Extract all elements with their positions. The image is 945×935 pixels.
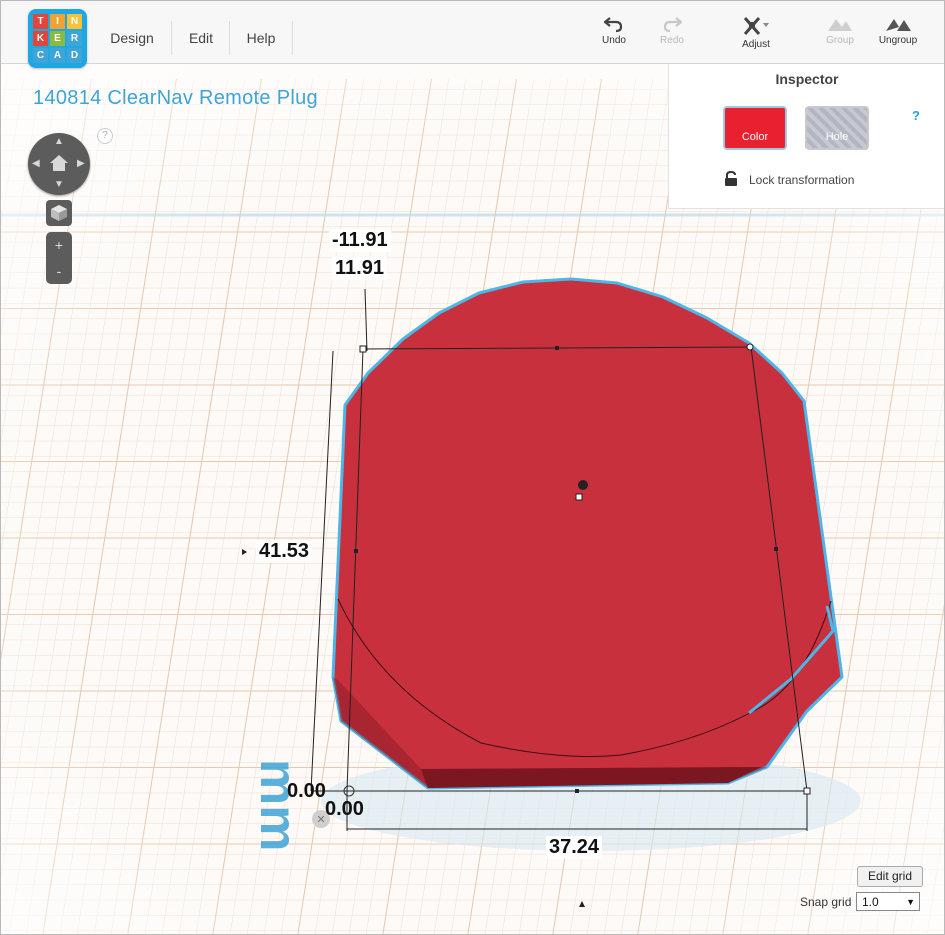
logo-letter: A bbox=[50, 48, 65, 63]
logo-letter: T bbox=[33, 14, 48, 29]
logo-letter: N bbox=[67, 14, 82, 29]
inspector-panel: Inspector Color Hole ? Lock transformati… bbox=[668, 64, 944, 209]
app-window: ✕ mm Design Edit Help Undo Redo bbox=[0, 0, 945, 935]
orbit-right-icon[interactable]: ▶ bbox=[77, 158, 85, 169]
lock-icon bbox=[725, 171, 737, 186]
snap-grid-value: 1.0 bbox=[862, 895, 879, 909]
dimension-top-positive[interactable]: 11.91 bbox=[332, 257, 387, 280]
top-toolbar: Design Edit Help Undo Redo Adjust Group bbox=[1, 1, 944, 64]
dimension-top-negative[interactable]: -11.91 bbox=[329, 229, 391, 252]
undo-icon bbox=[604, 17, 623, 33]
color-swatch[interactable]: Color bbox=[723, 106, 787, 150]
adjust-button[interactable]: Adjust bbox=[729, 15, 783, 50]
undo-button[interactable]: Undo bbox=[587, 15, 641, 46]
logo-letter: R bbox=[67, 31, 82, 46]
adjust-icon bbox=[743, 17, 769, 35]
lock-label: Lock transformation bbox=[749, 173, 855, 187]
ungroup-button[interactable]: Ungroup bbox=[871, 15, 925, 46]
snap-grid-label: Snap grid bbox=[800, 895, 852, 909]
inspector-help-icon[interactable]: ? bbox=[912, 108, 920, 123]
hole-swatch[interactable]: Hole bbox=[805, 106, 869, 150]
group-label: Group bbox=[826, 35, 854, 46]
hole-label: Hole bbox=[825, 131, 849, 143]
orbit-down-icon[interactable]: ▼ bbox=[54, 179, 64, 190]
view-orbit-control[interactable]: ▲ ▼ ◀ ▶ bbox=[28, 133, 90, 195]
zoom-control: + - bbox=[46, 232, 72, 284]
chevron-down-icon: ▼ bbox=[906, 897, 915, 907]
snap-grid-select[interactable]: 1.0 ▼ bbox=[856, 892, 920, 911]
home-icon[interactable] bbox=[49, 154, 69, 172]
redo-icon bbox=[663, 17, 682, 33]
group-button[interactable]: Group bbox=[813, 15, 867, 46]
inspector-title: Inspector bbox=[775, 71, 839, 87]
logo-letter: E bbox=[50, 31, 65, 46]
view-cube-button[interactable] bbox=[46, 200, 72, 226]
ungroup-label: Ungroup bbox=[878, 35, 918, 46]
menu-help[interactable]: Help bbox=[229, 21, 293, 55]
logo-letter: K bbox=[33, 31, 48, 46]
adjust-label: Adjust bbox=[742, 39, 770, 50]
zoom-in-button[interactable]: + bbox=[46, 232, 72, 258]
logo-letter: D bbox=[67, 48, 82, 63]
dimension-width[interactable]: 37.24 bbox=[546, 836, 603, 859]
logo-letter: I bbox=[50, 14, 65, 29]
nav-help-icon[interactable]: ? bbox=[97, 128, 113, 144]
dimension-origin-x[interactable]: 0.00 bbox=[322, 798, 367, 821]
edit-grid-button[interactable]: Edit grid bbox=[857, 866, 923, 887]
redo-button[interactable]: Redo bbox=[645, 15, 699, 46]
zoom-out-button[interactable]: - bbox=[46, 258, 72, 284]
menu-edit[interactable]: Edit bbox=[171, 21, 230, 55]
orbit-up-icon[interactable]: ▲ bbox=[54, 136, 64, 147]
tinkercad-logo[interactable]: T I N K E R C A D bbox=[28, 9, 87, 68]
orbit-left-icon[interactable]: ◀ bbox=[32, 158, 40, 169]
undo-label: Undo bbox=[602, 35, 626, 46]
ungroup-icon bbox=[886, 19, 911, 31]
cube-icon bbox=[51, 205, 67, 221]
color-label: Color bbox=[741, 131, 769, 143]
group-icon bbox=[828, 19, 852, 31]
project-title[interactable]: 140814 ClearNav Remote Plug bbox=[33, 87, 318, 110]
dimension-depth[interactable]: 41.53 bbox=[256, 540, 313, 563]
logo-letter: C bbox=[33, 48, 48, 63]
redo-label: Redo bbox=[660, 35, 684, 46]
menu-design[interactable]: Design bbox=[93, 21, 171, 55]
